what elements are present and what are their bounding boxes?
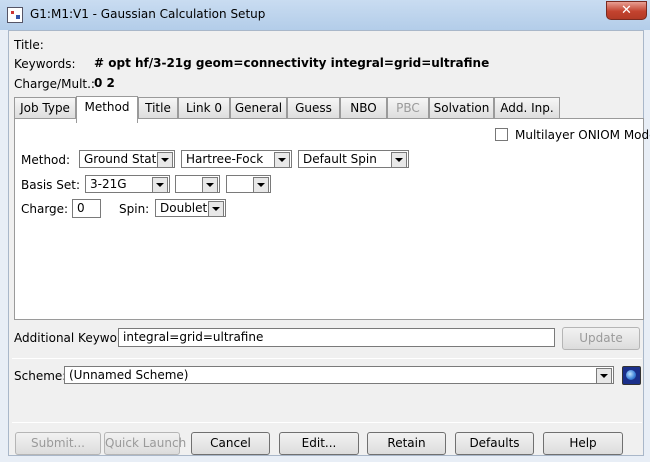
divider <box>12 358 642 359</box>
spin-select[interactable]: Doublet <box>155 199 226 217</box>
basis-extra1-select[interactable] <box>175 175 220 193</box>
method-state-select[interactable]: Ground State <box>79 150 175 168</box>
tab-job-type[interactable]: Job Type <box>14 97 76 119</box>
basis-set-label: Basis Set: <box>21 178 80 192</box>
chevron-down-icon <box>253 177 269 192</box>
tab-link0[interactable]: Link 0 <box>178 97 230 119</box>
keywords-label: Keywords: <box>14 57 76 71</box>
method-spin-select[interactable]: Default Spin <box>298 150 409 168</box>
tab-nbo[interactable]: NBO <box>340 97 387 119</box>
tab-guess[interactable]: Guess <box>287 97 340 119</box>
chevron-down-icon <box>157 152 173 167</box>
spin-label: Spin: <box>119 202 150 216</box>
chevron-down-icon <box>208 201 224 216</box>
scheme-select[interactable]: (Unnamed Scheme) <box>64 366 614 384</box>
additional-keywords-input[interactable]: integral=grid=ultrafine <box>118 328 555 347</box>
method-label: Method: <box>21 153 71 167</box>
tab-pbc: PBC <box>387 97 429 119</box>
charge-label: Charge: <box>21 202 69 216</box>
defaults-button[interactable]: Defaults <box>455 432 534 455</box>
method-panel <box>14 118 644 320</box>
chevron-down-icon <box>202 177 218 192</box>
charge-mult-value: 0 2 <box>94 76 115 90</box>
scheme-globe-icon[interactable] <box>622 366 641 385</box>
chevron-down-icon <box>152 177 168 192</box>
basis-extra2-select[interactable] <box>226 175 271 193</box>
tab-general[interactable]: General <box>230 97 287 119</box>
quick-launch-button: Quick Launch <box>104 432 186 455</box>
method-state-value: Ground State <box>84 152 164 166</box>
tab-title[interactable]: Title <box>138 97 178 119</box>
charge-mult-label: Charge/Mult.: <box>14 77 95 91</box>
title-label: Title: <box>14 38 44 52</box>
app-icon <box>7 7 23 23</box>
divider <box>12 422 642 423</box>
oniom-label: Multilayer ONIOM Model <box>515 128 650 142</box>
cancel-button[interactable]: Cancel <box>191 432 270 455</box>
tab-add-inp[interactable]: Add. Inp. <box>494 97 560 119</box>
basis-set-select[interactable]: 3-21G <box>85 175 170 193</box>
scheme-label: Scheme: <box>14 369 67 383</box>
edit-button[interactable]: Edit... <box>279 432 359 455</box>
chevron-down-icon <box>274 152 290 167</box>
charge-input[interactable]: 0 <box>72 199 101 218</box>
window-title: G1:M1:V1 - Gaussian Calculation Setup <box>30 7 266 21</box>
close-icon: ✕ <box>621 3 632 18</box>
oniom-checkbox[interactable] <box>495 128 508 141</box>
spin-value: Doublet <box>160 201 208 215</box>
chevron-down-icon <box>596 368 612 383</box>
method-type-select[interactable]: Hartree-Fock <box>181 150 292 168</box>
tab-method[interactable]: Method <box>76 96 138 123</box>
basis-set-value: 3-21G <box>90 177 127 191</box>
help-button[interactable]: Help <box>543 432 623 455</box>
chevron-down-icon <box>391 152 407 167</box>
tab-solvation[interactable]: Solvation <box>429 97 494 119</box>
method-type-value: Hartree-Fock <box>186 152 264 166</box>
method-spin-value: Default Spin <box>303 152 377 166</box>
update-button: Update <box>562 327 640 350</box>
close-button[interactable]: ✕ <box>606 1 647 20</box>
submit-button: Submit... <box>15 432 101 455</box>
keywords-value: # opt hf/3-21g geom=connectivity integra… <box>94 56 490 70</box>
scheme-value: (Unnamed Scheme) <box>69 368 189 382</box>
retain-button[interactable]: Retain <box>367 432 446 455</box>
